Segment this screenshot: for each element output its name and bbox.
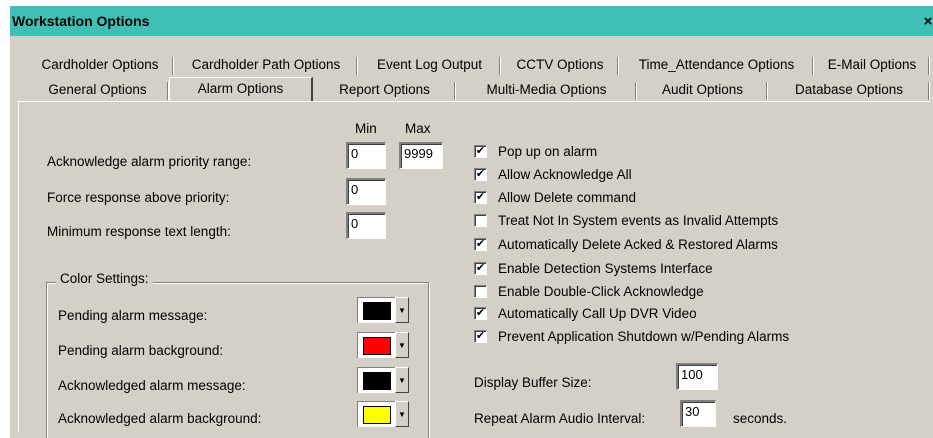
ack-message-color-label: Acknowledged alarm message: — [58, 378, 246, 393]
tab-multi-media-options[interactable]: Multi-Media Options — [456, 79, 637, 101]
ack-background-color-label: Acknowledged alarm background: — [58, 411, 262, 426]
checkbox-box[interactable]: ✔ — [474, 306, 487, 320]
checkbox-box[interactable]: ✔ — [474, 190, 487, 204]
checkbox-label: Treat Not In System events as Invalid At… — [498, 212, 779, 228]
tab-audit-options[interactable]: Audit Options — [637, 79, 768, 101]
tab-cardholder-options[interactable]: Cardholder Options — [26, 54, 174, 76]
checkbox-label: Automatically Call Up DVR Video — [498, 305, 697, 321]
checkbox-box[interactable]: ✔ — [474, 237, 487, 251]
checkbox-label: Enable Double-Click Acknowledge — [498, 283, 704, 299]
tab-time-attendance-options[interactable]: Time_Attendance Options — [619, 54, 814, 76]
tab-label: Cardholder Path Options — [191, 57, 341, 72]
checkbox-label: Pop up on alarm — [498, 143, 598, 159]
tab-label: Audit Options — [661, 82, 744, 97]
tab-label: Database Options — [794, 82, 904, 97]
min-response-length-label: Minimum response text length: — [47, 224, 231, 239]
color-swatch — [362, 336, 391, 355]
pending-background-color-picker[interactable]: ▼ — [357, 332, 410, 358]
tab-cctv-options[interactable]: CCTV Options — [501, 54, 619, 76]
dropdown-arrow-icon[interactable]: ▼ — [395, 401, 409, 427]
ack-message-color-picker[interactable]: ▼ — [357, 367, 410, 393]
checkbox-auto-call-up-dvr[interactable]: ✔ Automatically Call Up DVR Video — [474, 303, 697, 323]
tab-label: General Options — [48, 82, 147, 97]
tab-label: Alarm Options — [197, 81, 284, 96]
ack-priority-max-input[interactable]: 9999 — [399, 142, 443, 169]
checkbox-label: Automatically Delete Acked & Restored Al… — [498, 236, 778, 252]
tab-label: Event Log Output — [376, 57, 483, 72]
checkbox-pop-up-on-alarm[interactable]: ✔ Pop up on alarm — [474, 141, 597, 161]
checkbox-box[interactable]: ✔ — [474, 144, 487, 158]
color-swatch — [362, 405, 391, 424]
ack-background-color-picker[interactable]: ▼ — [357, 401, 410, 427]
min-response-length-input[interactable]: 0 — [346, 212, 386, 239]
dropdown-arrow-icon[interactable]: ▼ — [395, 332, 409, 358]
force-response-label: Force response above priority: — [47, 190, 230, 205]
tab-label: Time_Attendance Options — [638, 57, 795, 72]
close-icon[interactable]: × — [921, 14, 933, 30]
pending-message-color-picker[interactable]: ▼ — [357, 297, 410, 323]
checkbox-box[interactable] — [474, 284, 487, 298]
checkbox-allow-delete-command[interactable]: ✔ Allow Delete command — [474, 187, 636, 207]
tab-alarm-options[interactable]: Alarm Options — [169, 77, 313, 101]
tab-label: Cardholder Options — [41, 57, 159, 72]
checkbox-box[interactable]: ✔ — [474, 329, 487, 343]
pending-message-color-label: Pending alarm message: — [58, 308, 208, 323]
min-column-header: Min — [355, 121, 377, 136]
color-swatch — [362, 371, 391, 390]
repeat-alarm-interval-label: Repeat Alarm Audio Interval: — [474, 411, 646, 426]
checkbox-label: Allow Delete command — [498, 189, 637, 205]
tab-label: Multi-Media Options — [486, 82, 607, 97]
checkbox-treat-not-in-system[interactable]: Treat Not In System events as Invalid At… — [474, 210, 778, 230]
color-swatch — [362, 301, 391, 320]
checkbox-allow-acknowledge-all[interactable]: ✔ Allow Acknowledge All — [474, 164, 632, 184]
repeat-alarm-interval-input[interactable]: 30 — [680, 400, 716, 427]
display-buffer-size-label: Display Buffer Size: — [474, 375, 592, 390]
checkbox-label: Enable Detection Systems Interface — [498, 260, 713, 276]
checkbox-double-click-acknowledge[interactable]: Enable Double-Click Acknowledge — [474, 281, 704, 301]
tab-database-options[interactable]: Database Options — [768, 79, 930, 101]
title-bar: Workstation Options × — [10, 6, 933, 36]
ack-priority-range-label: Acknowledge alarm priority range: — [47, 154, 252, 169]
tab-event-log-output[interactable]: Event Log Output — [358, 54, 501, 76]
tab-label: E-Mail Options — [827, 57, 917, 72]
force-response-input[interactable]: 0 — [346, 178, 386, 205]
checkbox-label: Allow Acknowledge All — [498, 166, 632, 182]
checkbox-auto-delete-acked[interactable]: ✔ Automatically Delete Acked & Restored … — [474, 234, 778, 254]
dropdown-arrow-icon[interactable]: ▼ — [395, 367, 409, 393]
tab-label: CCTV Options — [516, 57, 604, 72]
checkbox-enable-detection-systems[interactable]: ✔ Enable Detection Systems Interface — [474, 258, 713, 278]
max-column-header: Max — [405, 121, 431, 136]
checkbox-box[interactable]: ✔ — [474, 261, 487, 275]
dropdown-arrow-icon[interactable]: ▼ — [395, 297, 409, 323]
pending-background-color-label: Pending alarm background: — [58, 343, 224, 358]
ack-priority-min-input[interactable]: 0 — [346, 142, 386, 169]
tab-general-options[interactable]: General Options — [26, 79, 169, 101]
tab-label: Report Options — [339, 82, 430, 97]
tab-report-options[interactable]: Report Options — [313, 79, 456, 101]
display-buffer-size-input[interactable]: 100 — [676, 363, 718, 390]
color-settings-title: Color Settings: — [56, 271, 153, 286]
checkbox-box[interactable]: ✔ — [474, 167, 487, 181]
checkbox-label: Prevent Application Shutdown w/Pending A… — [498, 328, 790, 344]
checkbox-box[interactable] — [474, 213, 487, 227]
seconds-unit-label: seconds. — [733, 411, 788, 426]
window-title: Workstation Options — [12, 13, 150, 29]
checkbox-prevent-shutdown[interactable]: ✔ Prevent Application Shutdown w/Pending… — [474, 326, 789, 346]
tab-cardholder-path-options[interactable]: Cardholder Path Options — [174, 54, 358, 76]
tab-email-options[interactable]: E-Mail Options — [814, 54, 930, 76]
